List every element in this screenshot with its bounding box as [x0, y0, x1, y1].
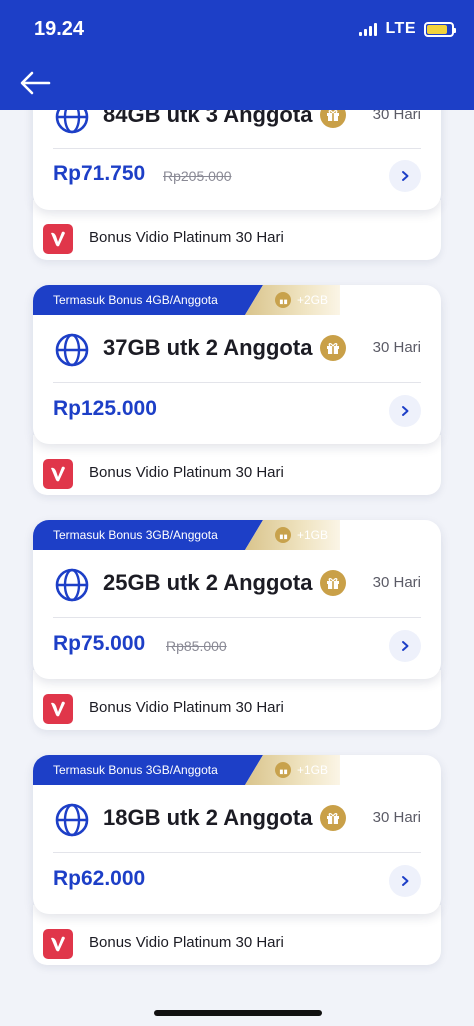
globe-icon [55, 568, 89, 602]
package-name: 25GB utk 2 Anggota [103, 570, 313, 595]
chevron-right-icon [402, 406, 409, 416]
price-row: Rp125.000 [33, 393, 441, 433]
bonus-tag: Termasuk Bonus 3GB/Anggota +1GB [33, 755, 340, 785]
bonus-tag: Termasuk Bonus 3GB/Anggota +1GB [33, 520, 340, 550]
package-old-price: Rp205.000 [163, 168, 232, 184]
status-time: 19.24 [34, 18, 85, 40]
bonus-tag-extra-label: +1GB [297, 763, 329, 777]
bonus-strip: Bonus Vidio Platinum 30 Hari [33, 670, 441, 730]
package-duration: 30 Hari [372, 574, 421, 591]
network-type: LTE [385, 20, 416, 37]
package-price: Rp71.750 [53, 162, 146, 185]
chevron-right-icon [402, 641, 409, 651]
package-price: Rp75.000 [53, 632, 146, 655]
vidio-logo-icon [43, 224, 73, 254]
price-row: Rp71.750 Rp205.000 [33, 158, 441, 198]
price-row: Rp75.000 Rp85.000 [33, 628, 441, 668]
chevron-right-button[interactable] [389, 160, 421, 192]
bonus-strip: Bonus Vidio Platinum 30 Hari [33, 435, 441, 495]
package-list: 84GB utk 3 Anggota 30 Hari Rp71.750 Rp20… [0, 0, 474, 1026]
package-duration: 30 Hari [372, 809, 421, 826]
package-title-row: 37GB utk 2 Anggota 30 Hari [33, 329, 441, 373]
bonus-text: Bonus Vidio Platinum 30 Hari [89, 464, 284, 481]
gift-icon [320, 805, 346, 831]
bonus-text: Bonus Vidio Platinum 30 Hari [89, 699, 284, 716]
divider [53, 617, 421, 618]
globe-icon [55, 803, 89, 837]
home-indicator [154, 1010, 322, 1016]
gift-icon [275, 527, 291, 543]
gift-icon [320, 570, 346, 596]
vidio-logo-icon [43, 694, 73, 724]
package-card-main[interactable]: Termasuk Bonus 3GB/Anggota +1GB 18GB utk… [33, 755, 441, 914]
package-duration: 30 Hari [372, 339, 421, 356]
price-row: Rp62.000 [33, 863, 441, 903]
chevron-right-button[interactable] [389, 395, 421, 427]
bonus-tag-label: Termasuk Bonus 3GB/Anggota [33, 520, 263, 550]
package-old-price: Rp85.000 [166, 638, 227, 654]
package-card-main[interactable]: Termasuk Bonus 4GB/Anggota +2GB 37GB utk… [33, 285, 441, 444]
divider [53, 852, 421, 853]
chevron-right-icon [402, 876, 409, 886]
bonus-tag-extra-label: +1GB [297, 528, 329, 542]
package-price: Rp62.000 [53, 867, 146, 890]
gift-icon [320, 335, 346, 361]
back-button[interactable] [18, 66, 52, 100]
chevron-right-button[interactable] [389, 630, 421, 662]
divider [53, 148, 421, 149]
bonus-tag-extra-label: +2GB [297, 293, 329, 307]
bonus-text: Bonus Vidio Platinum 30 Hari [89, 229, 284, 246]
bonus-strip: Bonus Vidio Platinum 30 Hari [33, 905, 441, 965]
bonus-tag: Termasuk Bonus 4GB/Anggota +2GB [33, 285, 340, 315]
signal-icon [359, 22, 378, 36]
battery-icon [424, 21, 456, 37]
package-title-row: 18GB utk 2 Anggota 30 Hari [33, 799, 441, 843]
package-name: 37GB utk 2 Anggota [103, 335, 313, 360]
vidio-logo-icon [43, 459, 73, 489]
gift-icon [275, 762, 291, 778]
bonus-tag-label: Termasuk Bonus 4GB/Anggota [33, 285, 263, 315]
app-header: 19.24 LTE [0, 0, 474, 110]
package-name: 18GB utk 2 Anggota [103, 805, 313, 830]
bonus-tag-label: Termasuk Bonus 3GB/Anggota [33, 755, 263, 785]
package-title-row: 25GB utk 2 Anggota 30 Hari [33, 564, 441, 608]
status-indicators: LTE [359, 20, 456, 38]
chevron-right-icon [402, 171, 409, 181]
gift-icon [275, 292, 291, 308]
package-card-main[interactable]: Termasuk Bonus 3GB/Anggota +1GB 25GB utk… [33, 520, 441, 679]
divider [53, 382, 421, 383]
globe-icon [55, 333, 89, 367]
bonus-text: Bonus Vidio Platinum 30 Hari [89, 934, 284, 951]
vidio-logo-icon [43, 929, 73, 959]
chevron-right-button[interactable] [389, 865, 421, 897]
package-price: Rp125.000 [53, 397, 157, 420]
